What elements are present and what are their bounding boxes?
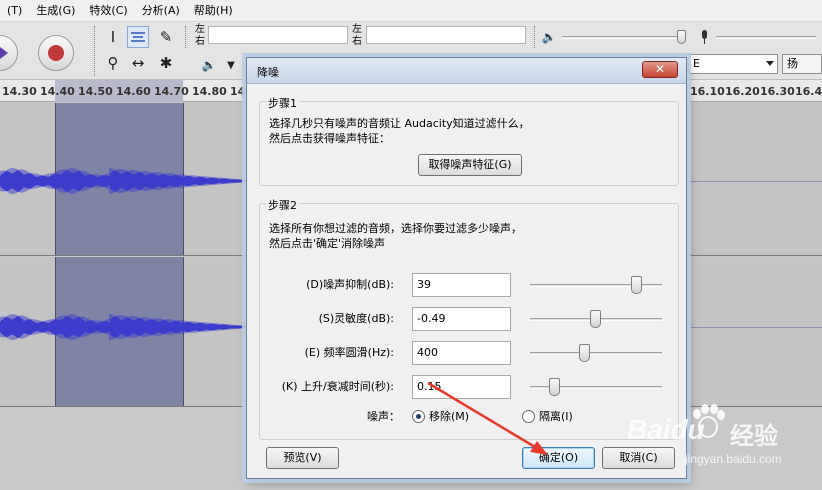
noise-option-label: 噪声： [367,410,400,423]
ruler-tick: 14.40 [40,85,75,98]
preview-button[interactable]: 预览(V) [266,447,339,469]
selection-tool-icon[interactable]: I [102,26,124,48]
step2-instruction-line1: 选择所有你想过滤的音频，选择你要过滤多少噪声， [269,222,522,235]
sensitivity-input[interactable]: -0.49 [412,307,511,331]
step1-instruction-line1: 选择几秒只有噪声的音频让 Audacity知道过滤什么， [269,117,530,130]
slider-thumb[interactable] [579,344,591,362]
playback-volume-slider[interactable] [562,27,686,47]
ruler-tick: 14.30 [2,85,37,98]
menu-tracks[interactable]: (T) [0,0,29,22]
step1-instruction-line2: 然后点击获得噪声特征： [269,132,390,145]
toolbar-gripper [534,26,537,48]
frequency-smoothing-label: (E) 频率圆滑(Hz): [304,346,394,359]
step2-instruction-line2: 然后点击'确定'消除噪声 [269,237,386,250]
meter-right-label: 右 [352,36,362,47]
noise-reduction-label: (D)噪声抑制(dB): [306,278,394,291]
ruler-tick: 14.80 [192,85,227,98]
menu-generate[interactable]: 生成(G) [29,0,82,22]
isolate-radio[interactable] [522,410,535,423]
ruler-tick: 16.10 [690,85,725,98]
skip-end-button[interactable] [0,35,18,71]
remove-radio-label[interactable]: 移除(M) [429,409,469,424]
waveform-samples [0,168,250,194]
noise-reduction-input[interactable]: 39 [412,273,511,297]
frequency-smoothing-slider[interactable] [530,343,662,363]
volume-icon: 🔈 [541,30,557,44]
meter-right-label: 右 [195,36,205,47]
microphone-icon [693,26,715,48]
ruler-tick: 16.20 [725,85,760,98]
meter-left-label: 左 [195,24,205,35]
dropdown-arrow-icon[interactable]: ▼ [220,54,242,76]
record-volume-slider[interactable] [716,27,816,47]
menu-help[interactable]: 帮助(H) [187,0,240,22]
envelope-tool-icon[interactable] [127,26,149,48]
ruler-tick: 14.50 [78,85,113,98]
record-meter[interactable] [366,26,526,44]
play-icon [0,47,8,59]
attack-decay-label: (K) 上升/衰减时间(秒): [281,380,394,393]
noise-reduction-slider[interactable] [530,275,662,295]
step2-title: 步骤2 [266,197,299,213]
dialog-titlebar[interactable]: 降噪 ✕ [247,58,686,84]
extra-toolbar-button-label: 扬 [787,57,798,70]
draw-tool-icon[interactable]: ✎ [155,26,177,48]
noise-removal-dialog: 降噪 ✕ 步骤1 选择几秒只有噪声的音频让 Audacity知道过滤什么， 然后… [246,57,687,479]
remove-radio[interactable] [412,410,425,423]
isolate-radio-label[interactable]: 隔离(I) [539,409,573,424]
attack-decay-input[interactable]: 0.15 [412,375,511,399]
preview-button-label: 预览(V) [283,451,322,464]
record-button[interactable] [38,35,74,71]
waveform [0,314,250,340]
sensitivity-label: (S)灵敏度(dB): [318,312,394,325]
cancel-button[interactable]: 取消(C) [602,447,675,469]
timeshift-tool-icon[interactable]: ↔ [127,52,149,74]
speaker-icon: 🔈 [201,58,217,72]
slider-thumb[interactable] [630,276,642,294]
ruler-tick: 14.70 [154,85,189,98]
menu-bar: (T) 生成(G) 特效(C) 分析(A) 帮助(H) [0,0,822,22]
waveform-samples [0,314,250,340]
multi-tool-icon[interactable]: ✱ [155,52,177,74]
ruler-tick: 14.60 [116,85,151,98]
meter-left-label: 左 [352,24,362,35]
sensitivity-slider[interactable] [530,309,662,329]
slider-thumb[interactable] [548,378,560,396]
ok-button[interactable]: 确定(O) [522,447,595,469]
menu-analyze[interactable]: 分析(A) [135,0,187,22]
waveform [0,168,250,194]
step1-title: 步骤1 [266,95,299,111]
extra-toolbar-button[interactable]: 扬 [782,54,822,74]
toolbar-gripper [94,26,97,76]
playback-meter[interactable] [208,26,348,44]
toolbar-gripper [185,26,188,48]
cancel-button-label: 取消(C) [619,451,658,464]
device-select-value: E [693,57,700,70]
slider-thumb[interactable] [589,310,601,328]
close-icon: ✕ [654,62,666,76]
dialog-title: 降噪 [257,66,279,79]
record-icon [48,45,64,61]
get-noise-profile-label: 取得噪声特征(G) [428,158,512,171]
attack-decay-slider[interactable] [530,377,662,397]
get-noise-profile-button[interactable]: 取得噪声特征(G) [418,154,522,176]
frequency-smoothing-input[interactable]: 400 [412,341,511,365]
chevron-down-icon [766,61,774,66]
close-button[interactable]: ✕ [642,61,678,78]
ruler-tick: 16.30 [760,85,795,98]
device-select[interactable]: E [688,54,778,74]
menu-effect[interactable]: 特效(C) [82,0,134,22]
ok-button-label: 确定(O) [538,451,579,464]
zoom-tool-icon[interactable]: ⚲ [102,52,124,74]
ruler-tick: 16.40 [795,85,822,98]
